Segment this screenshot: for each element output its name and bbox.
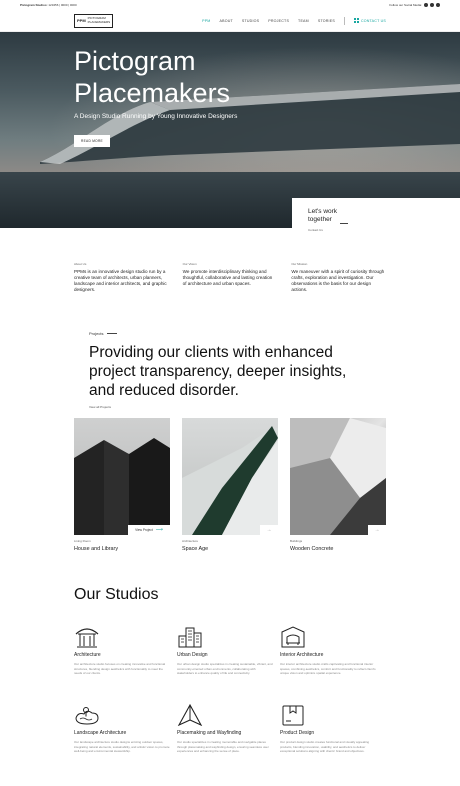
nav-item-stories[interactable]: STORIES — [318, 19, 335, 23]
studio-interior-architecture[interactable]: Interior Architecture Our interior archi… — [280, 626, 376, 676]
about-us-column: About Us PPMs is an innovative design st… — [74, 262, 169, 293]
column-label: Our Vision — [182, 262, 197, 266]
contact-us-small-link[interactable]: Contact Us — [308, 228, 444, 232]
pavilion-icon — [75, 628, 99, 648]
studio-name: Architecture — [74, 652, 101, 658]
column-text: We maneuver with a spirit of curiosity t… — [291, 269, 385, 292]
instagram-icon[interactable] — [430, 3, 434, 7]
studio-urban-design[interactable]: Urban Design Our urban design studio spe… — [177, 626, 273, 676]
studio-description: Our landscape architecture studio design… — [74, 740, 170, 754]
vision-column: Our Vision We promote interdisciplinary … — [183, 262, 278, 293]
site-logo[interactable]: PPM PICTOGRAM PLACEMAKERS — [74, 13, 114, 28]
project-meta-space-age: Architecture Space Age — [182, 539, 278, 552]
view-all-projects-link[interactable]: View all Projects — [89, 405, 111, 409]
project-category: Buildings — [290, 539, 303, 543]
contact-numbers: 123456 | 0000 | 0000 — [48, 3, 77, 7]
project-card-house-library[interactable]: View Project ⟶ — [74, 418, 170, 535]
arrow-right-icon[interactable]: → — [260, 525, 278, 535]
social-links: Follow our Social Media: — [389, 3, 440, 7]
folded-map-icon — [177, 704, 203, 726]
nav-divider — [343, 16, 345, 25]
nav-item-home[interactable]: PPM — [202, 19, 210, 23]
project-meta-house-library: Living Room House and Library — [74, 539, 170, 552]
projects-label-line — [107, 333, 118, 334]
projects-label-text: Projects — [89, 331, 104, 336]
work-together-title: Let's work together — [308, 208, 338, 223]
logo-name-line2: PLACEMAKERS — [87, 19, 111, 24]
studio-description: Our studio specializes in creating memor… — [177, 740, 269, 754]
studios-heading: Our Studios — [74, 586, 159, 603]
hero-subtitle: A Design Studio Running by Young Innovat… — [74, 113, 238, 120]
nav-item-team[interactable]: TEAM — [298, 19, 309, 23]
column-label: Our Mission — [291, 262, 308, 266]
projects-label: Projects — [89, 331, 118, 336]
project-category: Architecture — [182, 539, 199, 543]
nav-item-about[interactable]: ABOUT — [220, 19, 233, 23]
read-more-button[interactable]: READ MORE — [74, 135, 110, 147]
space-age-image — [182, 426, 278, 535]
studio-description: Our product design studio creates functi… — [280, 740, 370, 754]
linkedin-icon[interactable] — [436, 3, 440, 7]
project-name[interactable]: Space Age — [182, 546, 278, 552]
nav-item-studios[interactable]: STUDIOS — [242, 19, 259, 23]
studio-name: Urban Design — [177, 652, 208, 658]
logo-name: PICTOGRAM PLACEMAKERS — [87, 16, 111, 24]
project-card-space-age[interactable]: → — [182, 418, 278, 535]
column-text: PPMs is an innovative design studio run … — [74, 269, 167, 292]
studio-product-design[interactable]: Product Design Our product design studio… — [280, 704, 376, 754]
project-card-wooden-concrete[interactable]: → — [290, 418, 386, 535]
nav-item-projects[interactable]: PROJECTS — [268, 19, 289, 23]
package-box-icon — [282, 705, 304, 726]
logo-mark: PPM — [77, 17, 86, 23]
view-project-button[interactable]: View Project ⟶ — [128, 525, 170, 535]
about-columns: About Us PPMs is an innovative design st… — [74, 262, 386, 293]
armchair-frame-icon — [281, 626, 305, 648]
studio-description: Our architecture studio focuses on creat… — [74, 662, 166, 676]
arrow-right-icon[interactable]: → — [368, 525, 386, 535]
mission-column: Our Mission We maneuver with a spirit of… — [291, 262, 386, 293]
wooden-concrete-image — [290, 418, 386, 535]
contact-info: Pictogram Studios: 123456 | 0000 | 0000 — [20, 3, 77, 7]
nav-menu: PPM ABOUT STUDIOS PROJECTS TEAM STORIES … — [202, 16, 386, 25]
studio-architecture[interactable]: Architecture Our architecture studio foc… — [74, 626, 170, 676]
arrow-right-icon: ⟶ — [155, 527, 163, 533]
column-text: We promote interdisciplinary thinking an… — [182, 269, 273, 286]
top-info-bar: Pictogram Studios: 123456 | 0000 | 0000 … — [0, 0, 460, 10]
project-name[interactable]: Wooden Concrete — [290, 546, 386, 552]
column-label: About Us — [74, 262, 87, 266]
studio-prefix: Pictogram Studios: — [20, 3, 48, 7]
studio-description: Our interior architecture studio crafts … — [280, 662, 376, 676]
project-name[interactable]: House and Library — [74, 546, 170, 552]
city-buildings-icon — [178, 627, 202, 648]
follow-label: Follow our Social Media: — [389, 3, 422, 7]
studio-description: Our urban design studio specializes in c… — [177, 662, 273, 676]
grid-icon — [353, 18, 359, 23]
studio-name: Landscape Architecture — [74, 730, 127, 736]
projects-heading: Providing our clients with enhanced proj… — [89, 344, 347, 399]
contact-us-link[interactable]: CONTACT US — [353, 18, 386, 23]
work-together-card: Let's work together Contact Us — [292, 198, 460, 242]
contact-us-label: CONTACT US — [360, 18, 386, 23]
studio-name: Placemaking and Wayfinding — [177, 730, 242, 736]
facebook-icon[interactable] — [424, 3, 428, 7]
project-category: Living Room — [74, 539, 91, 543]
main-navigation: PPM PICTOGRAM PLACEMAKERS PPM ABOUT STUD… — [0, 10, 460, 32]
project-meta-wooden-concrete: Buildings Wooden Concrete — [290, 539, 386, 552]
studio-placemaking-wayfinding[interactable]: Placemaking and Wayfinding Our studio sp… — [177, 704, 273, 754]
house-library-image — [74, 438, 170, 535]
hero-title: Pictogram Placemakers — [74, 45, 230, 109]
landscape-island-icon — [75, 707, 99, 725]
hero-title-line1: Pictogram — [74, 46, 196, 76]
studio-landscape-architecture[interactable]: Landscape Architecture Our landscape arc… — [74, 704, 170, 754]
studio-name: Product Design — [280, 730, 315, 736]
studio-name: Interior Architecture — [280, 652, 324, 658]
hero-title-line2: Placemakers — [74, 78, 231, 108]
work-together-line — [340, 223, 348, 224]
view-project-label: View Project — [135, 528, 153, 532]
